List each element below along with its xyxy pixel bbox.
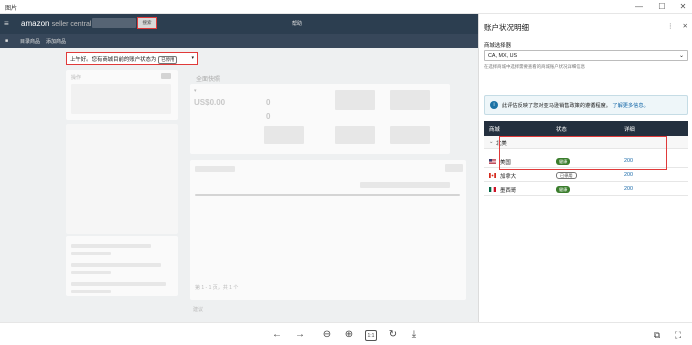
search-button[interactable]: 搜索 — [137, 17, 157, 29]
nav-item-catalog[interactable]: 目录商品 — [20, 38, 40, 45]
table-row: 加拿大 已停用 200 — [484, 169, 688, 182]
detail-link[interactable]: 200 — [624, 186, 633, 192]
chevron-down-icon: ▾ — [191, 55, 194, 61]
header-marketplace: 商城 — [489, 127, 500, 133]
seller-central-nav: ■ 目录商品 添加商品 — [0, 34, 478, 48]
logo-suffix: seller central — [51, 21, 92, 28]
marketplace-table-header: 商城 状态 详细 — [484, 121, 688, 136]
orders-value: 0 — [266, 98, 271, 107]
image-viewer-toolbar: ← → ⊖ ⊕ 1:1 ↻ ⤓ ⧉ ⛶ — [0, 322, 692, 345]
mx-flag-icon — [489, 187, 496, 192]
snapshot-card: ▾ US$0.00 0 0 — [190, 84, 450, 154]
ca-flag-icon — [489, 173, 496, 178]
listings-card: 第 1 - 1 页，共 1 个 — [190, 160, 466, 300]
seller-central-logo[interactable]: amazon seller central — [21, 19, 91, 28]
next-image-button[interactable]: → — [293, 328, 307, 342]
learn-more-link[interactable]: 了解更多信息。 — [612, 103, 648, 109]
greeting-status-badge: 已停用 — [158, 56, 178, 64]
info-text: 此评估反映了您对亚马逊销售政策的遵循程度。 — [502, 103, 611, 109]
marketplace-help-text: 在选择商城中选择需要查看的商城账户状况详细信息 — [484, 64, 585, 69]
country-name: 加拿大 — [500, 174, 517, 180]
zoom-out-button[interactable]: ⊖ — [320, 328, 334, 342]
viewer-title-bar: 图片 — ☐ ✕ — [0, 0, 692, 14]
account-status-greeting[interactable]: 上午好。您有商城目前的账户状态为 已停用 ▾ — [66, 52, 198, 65]
news-card — [66, 236, 178, 296]
actions-card: 操作 — [66, 70, 178, 120]
actions-title: 操作 — [71, 75, 82, 81]
info-banner: i 此评估反映了您对亚马逊销售政策的遵循程度。 了解更多信息。 — [484, 95, 688, 115]
more-options-icon[interactable]: ⋮ — [667, 23, 674, 30]
menu-icon[interactable]: ≡ — [4, 19, 9, 28]
chevron-down-icon: ⌄ — [678, 53, 684, 59]
dashboard-main: 操作 全面快照 ▾ US$0.00 0 0 第 1 - 1 页，共 1 个 建议 — [0, 48, 478, 322]
close-panel-icon[interactable]: ✕ — [683, 23, 688, 30]
table-row: 墨西哥 健康 200 — [484, 183, 688, 196]
download-button[interactable]: ⤓ — [407, 328, 421, 342]
previous-image-button[interactable]: ← — [270, 328, 284, 342]
zoom-in-button[interactable]: ⊕ — [342, 328, 356, 342]
logo-text: amazon — [21, 19, 50, 28]
highlight-annotation — [499, 136, 667, 170]
header-detail: 详细 — [624, 127, 635, 133]
help-link[interactable]: 帮助 — [292, 20, 302, 27]
pager-text: 第 1 - 1 页，共 1 个 — [195, 285, 239, 291]
sales-value: US$0.00 — [194, 98, 226, 107]
header-status: 状态 — [556, 127, 567, 133]
detail-link[interactable]: 200 — [624, 172, 633, 178]
panel-title: 账户状况明细 — [484, 23, 529, 32]
status-badge: 已停用 — [556, 172, 577, 179]
account-health-panel: 账户状况明细 ⋮ ✕ 商城选择器 CA, MX, US ⌄ 在选择商城中选择需要查… — [478, 14, 692, 322]
close-button[interactable]: ✕ — [676, 2, 690, 12]
viewer-title: 图片 — [5, 6, 18, 12]
status-badge: 健康 — [556, 186, 571, 193]
greeting-text: 上午好。您有商城目前的账户状态为 — [70, 57, 157, 63]
actual-size-button[interactable]: 1:1 — [365, 330, 377, 341]
left-panel-placeholder — [66, 124, 178, 234]
marketplace-selector-label: 商城选择器 — [484, 43, 511, 49]
ocr-icon[interactable]: ⧉ — [650, 328, 664, 342]
rotate-button[interactable]: ↻ — [386, 328, 400, 342]
scan-icon[interactable]: ⛶ — [671, 328, 685, 342]
nav-item-add[interactable]: 添加商品 — [46, 38, 66, 45]
us-flag-icon — [489, 159, 496, 164]
snapshot-title: 全面快照 — [196, 77, 221, 83]
home-icon[interactable]: ■ — [5, 38, 8, 44]
seller-central-header: ≡ amazon seller central 搜索 帮助 — [0, 14, 478, 34]
search-input[interactable] — [92, 18, 136, 28]
suggestions-title: 建议 — [193, 307, 204, 313]
info-icon: i — [490, 101, 498, 109]
messages-value: 0 — [266, 112, 271, 121]
maximize-button[interactable]: ☐ — [655, 2, 669, 12]
chevron-down-icon: ⌄ — [489, 139, 494, 145]
marketplace-selector-value: CA, MX, US — [488, 53, 518, 59]
minimize-button[interactable]: — — [632, 2, 646, 12]
marketplace-selector[interactable]: CA, MX, US ⌄ — [484, 50, 688, 61]
country-name: 墨西哥 — [500, 188, 517, 194]
